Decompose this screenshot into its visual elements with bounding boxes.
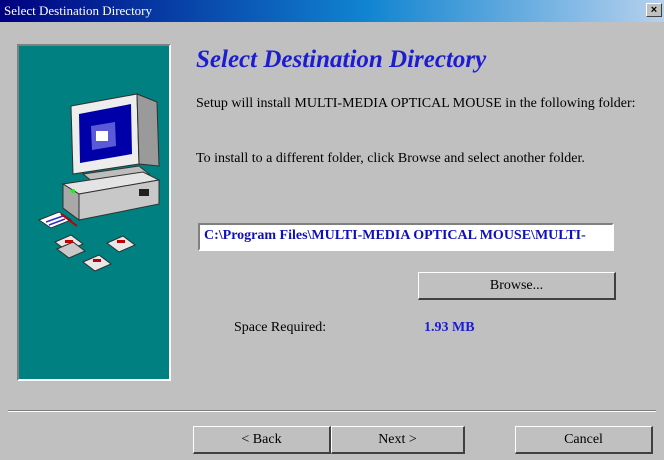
next-button[interactable]: Next > [331,426,465,454]
browse-button[interactable]: Browse... [418,272,616,300]
space-required-label: Space Required: [234,320,327,335]
window-title: Select Destination Directory [4,3,153,18]
destination-path-field[interactable]: C:\Program Files\MULTI-MEDIA OPTICAL MOU… [198,223,614,251]
page-heading: Select Destination Directory [196,46,487,73]
setup-illustration-panel [17,44,171,381]
install-description: Setup will install MULTI-MEDIA OPTICAL M… [196,96,636,111]
title-bar[interactable]: Select Destination Directory × [0,0,664,22]
button-separator [8,410,656,412]
back-button[interactable]: < Back [193,426,331,454]
close-button[interactable]: × [646,3,662,17]
browse-instruction: To install to a different folder, click … [196,151,585,166]
cancel-button[interactable]: Cancel [515,426,653,454]
close-icon: × [650,4,658,16]
computer-with-disks-icon [37,93,161,272]
space-required-value: 1.93 MB [424,320,475,335]
